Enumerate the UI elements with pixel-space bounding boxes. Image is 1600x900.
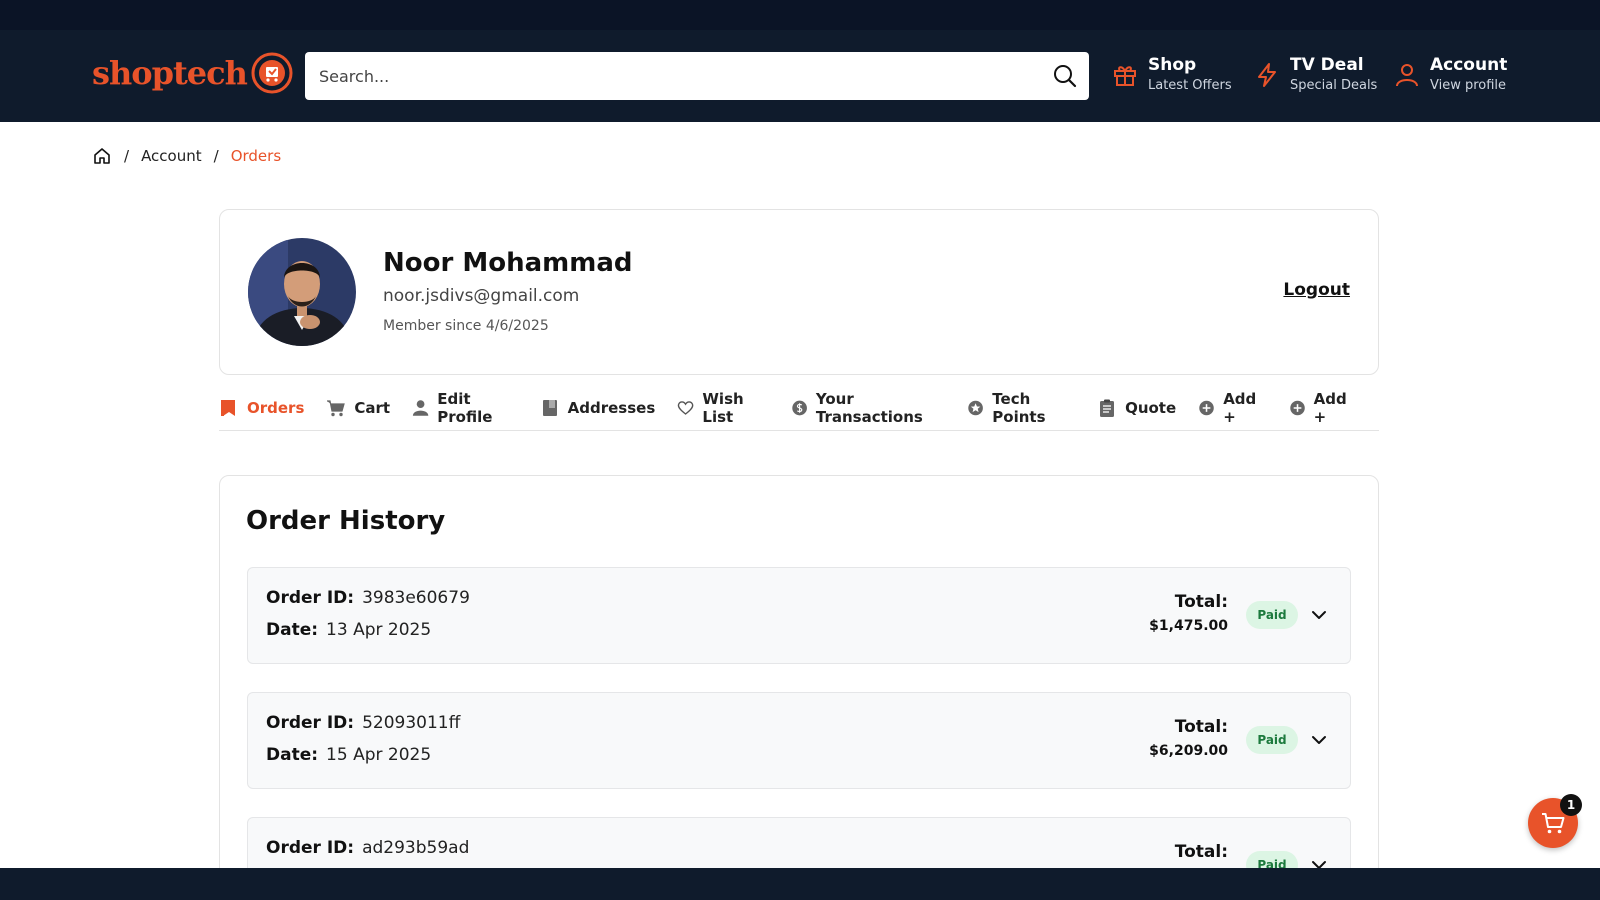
tab-cart[interactable]: Cart <box>326 395 390 421</box>
order-date-value: 13 Apr 2025 <box>326 620 432 640</box>
breadcrumb-separator: / <box>124 147 130 165</box>
order-id-value: 52093011ff <box>362 713 461 733</box>
tab-label: Orders <box>247 399 305 417</box>
tab-addresses[interactable]: Addresses <box>540 395 656 421</box>
tab-label: Edit Profile <box>437 390 493 426</box>
chevron-down-icon[interactable] <box>1310 731 1328 749</box>
tab-label: Wish List <box>702 390 744 426</box>
lightning-icon <box>1258 63 1276 87</box>
user-icon <box>1396 64 1418 87</box>
tab-label: Tech Points <box>992 390 1046 426</box>
order-total: Total: $6,209.00 <box>1149 717 1228 759</box>
tab-quote[interactable]: Quote <box>1097 395 1176 421</box>
tab-label: Add + <box>1313 390 1347 426</box>
order-history-title: Order History <box>246 506 446 536</box>
book-icon <box>542 400 557 416</box>
breadcrumb-separator: / <box>213 147 219 165</box>
status-badge: Paid <box>1246 726 1298 754</box>
logo-text: shoptech <box>92 54 248 92</box>
cart-icon <box>1542 813 1565 834</box>
order-total: Total: $1,475.00 <box>1149 592 1228 634</box>
cart-count-badge: 1 <box>1560 794 1582 816</box>
tab-wish-list[interactable]: Wish List <box>677 390 768 426</box>
nav-shop-subtitle: Latest Offers <box>1148 78 1232 93</box>
heart-icon <box>678 401 694 415</box>
tab-label: Add + <box>1223 390 1257 426</box>
order-history-panel: Order History Order ID: 3983e60679 Date: 1… <box>219 475 1379 900</box>
top-strip <box>0 0 1600 30</box>
order-date-value: 15 Apr 2025 <box>326 745 432 765</box>
shoptech-logo[interactable]: shoptech <box>92 52 293 94</box>
member-since: Member since 4/6/2025 <box>383 318 549 334</box>
tab-edit-profile[interactable]: Edit Profile <box>412 390 518 426</box>
order-date-row: Date: 15 Apr 2025 <box>266 745 431 765</box>
order-total-value: $1,475.00 <box>1149 618 1228 634</box>
order-id-label: Order ID: <box>266 588 355 608</box>
gift-icon <box>1114 66 1136 86</box>
order-id-label: Order ID: <box>266 713 355 733</box>
account-tabs: Orders Cart Edit Profile Addresses Wish … <box>219 390 1379 431</box>
tab-label: Cart <box>354 399 391 417</box>
nav-tv-deal-subtitle: Special Deals <box>1290 78 1378 93</box>
order-id-row: Order ID: 52093011ff <box>266 713 460 733</box>
order-id-label: Order ID: <box>266 838 355 858</box>
order-date-label: Date: <box>266 745 319 765</box>
tab-label: Addresses <box>567 399 656 417</box>
breadcrumb-account[interactable]: Account <box>141 147 202 165</box>
site-header: shoptech Shop Latest Offers <box>0 30 1600 122</box>
nav-tv-deal[interactable]: TV Deal Special Deals <box>1254 54 1377 96</box>
user-icon <box>412 400 429 416</box>
nav-account-title: Account <box>1430 55 1508 75</box>
home-icon[interactable] <box>92 146 112 166</box>
plus-circle-icon <box>1289 400 1305 416</box>
star-icon <box>968 400 983 416</box>
order-id-value: 3983e60679 <box>362 588 470 608</box>
nav-account-subtitle: View profile <box>1430 78 1507 93</box>
logout-link[interactable]: Logout <box>1283 280 1350 300</box>
avatar-image <box>248 238 356 346</box>
profile-email: noor.jsdivs@gmail.com <box>383 286 580 306</box>
tab-label: Quote <box>1125 399 1177 417</box>
order-card[interactable]: Order ID: 3983e60679 Date: 13 Apr 2025 Tot… <box>247 567 1351 664</box>
nav-shop[interactable]: Shop Latest Offers <box>1112 54 1232 96</box>
order-date-row: Date: 13 Apr 2025 <box>266 620 431 640</box>
search-icon[interactable] <box>1051 62 1079 90</box>
tab-transactions[interactable]: Your Transactions <box>791 390 945 426</box>
nav-tv-deal-title: TV Deal <box>1290 55 1364 75</box>
breadcrumb: / Account / Orders <box>92 146 281 166</box>
order-id-row: Order ID: ad293b59ad <box>266 838 469 858</box>
status-badge: Paid <box>1246 601 1298 629</box>
tab-label: Your Transactions <box>815 390 923 426</box>
order-card[interactable]: Order ID: 52093011ff Date: 15 Apr 2025 Tot… <box>247 692 1351 789</box>
breadcrumb-orders: Orders <box>230 147 282 165</box>
search-input[interactable] <box>305 52 1035 100</box>
profile-name: Noor Mohammad <box>383 248 633 278</box>
search-bar <box>305 52 1089 100</box>
order-id-value: ad293b59ad <box>362 838 470 858</box>
tab-orders[interactable]: Orders <box>219 395 304 421</box>
clipboard-icon <box>1100 399 1115 417</box>
nav-shop-title: Shop <box>1148 55 1197 75</box>
order-total-value: $6,209.00 <box>1149 743 1228 759</box>
chevron-down-icon[interactable] <box>1310 606 1328 624</box>
plus-circle-icon <box>1199 400 1214 416</box>
bottom-bar <box>0 868 1600 900</box>
cart-icon <box>327 400 346 417</box>
order-total: Total: <box>1175 842 1228 862</box>
tab-add-2[interactable]: Add + <box>1289 390 1357 426</box>
dollar-icon <box>791 400 807 416</box>
avatar <box>248 238 356 346</box>
order-total-label: Total: <box>1174 842 1228 862</box>
order-id-row: Order ID: 3983e60679 <box>266 588 470 608</box>
order-date-label: Date: <box>266 620 319 640</box>
order-total-label: Total: <box>1174 592 1228 612</box>
profile-card: Noor Mohammad noor.jsdivs@gmail.com Memb… <box>219 209 1379 375</box>
tab-add-1[interactable]: Add + <box>1198 390 1266 426</box>
order-total-label: Total: <box>1174 717 1228 737</box>
tab-tech-points[interactable]: Tech Points <box>967 390 1075 426</box>
bookmark-icon <box>221 400 235 416</box>
logo-cart-icon <box>251 52 293 94</box>
nav-account[interactable]: Account View profile <box>1394 54 1507 96</box>
